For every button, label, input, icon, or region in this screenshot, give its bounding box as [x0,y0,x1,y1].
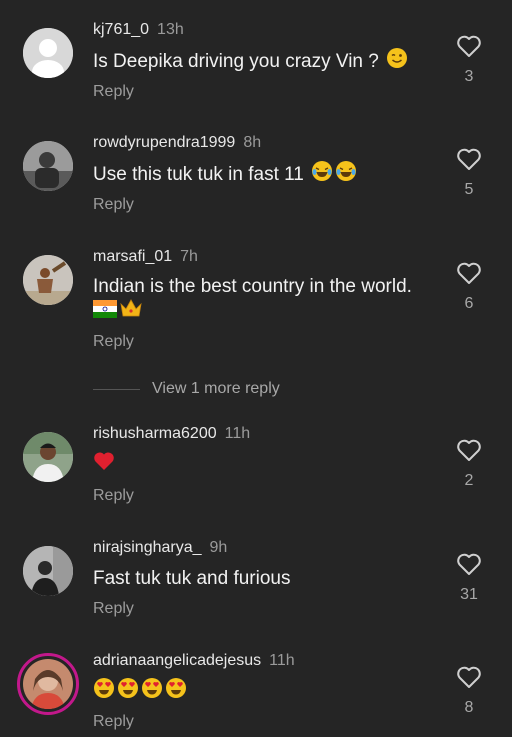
joy-emoji-icon [335,160,357,190]
comment-text: Fast tuk tuk and furious [93,568,291,589]
username[interactable]: marsafi_01 [93,248,172,265]
comment-meta: kj761_0 13h [93,21,184,39]
story-avatar-image [23,659,73,709]
heart-eyes-emoji-icon [141,677,163,707]
comment-text-line: Use this tuk tuk in fast 11 [93,160,357,190]
timestamp: 7h [180,248,198,265]
red-heart-icon [93,451,115,479]
avatar[interactable] [23,28,73,78]
avatar[interactable] [23,141,73,191]
reply-button[interactable]: Reply [93,487,134,505]
comment-text: Indian is the best country in the world. [93,276,412,297]
like-button[interactable]: 5 [454,147,484,199]
wink-emoji-icon [386,47,408,77]
comment-meta: adrianaangelicadejesus 11h [93,652,295,670]
heart-outline-icon [457,262,481,284]
like-button[interactable]: 2 [454,438,484,490]
like-count: 6 [464,295,474,312]
avatar[interactable] [23,432,73,482]
like-count: 31 [460,586,478,603]
heart-eyes-emoji-icon [117,677,139,707]
heart-outline-icon [457,148,481,170]
joy-emoji-icon [311,160,333,190]
india-flag-icon [93,299,117,326]
crown-icon [119,298,143,326]
username[interactable]: adrianaangelicadejesus [93,652,261,669]
heart-eyes-emoji-icon [165,677,187,707]
comment-text-line: Indian is the best country in the world. [93,273,412,300]
like-count: 5 [464,181,474,198]
timestamp: 9h [209,539,228,556]
heart-outline-icon [457,553,481,575]
comment-text: Is Deepika driving you crazy Vin ? [93,51,379,73]
like-button[interactable]: 6 [454,261,484,313]
reply-button[interactable]: Reply [93,333,134,351]
like-button[interactable]: 3 [454,34,484,86]
username[interactable]: kj761_0 [93,21,149,38]
divider-line [93,389,140,390]
reply-button[interactable]: Reply [93,83,134,101]
comment-meta: rishusharma6200 11h [93,425,250,443]
username[interactable]: rishusharma6200 [93,425,217,442]
timestamp: 13h [157,21,184,38]
comment-meta: marsafi_01 7h [93,248,198,266]
reply-button[interactable]: Reply [93,600,134,618]
reply-button[interactable]: Reply [93,196,134,214]
comment-meta: rowdyrupendra1999 8h [93,134,261,152]
view-more-replies-label[interactable]: View 1 more reply [152,380,280,398]
avatar[interactable] [23,546,73,596]
heart-outline-icon [457,35,481,57]
username[interactable]: rowdyrupendra1999 [93,134,235,151]
avatar[interactable] [17,653,79,715]
timestamp: 8h [243,134,262,151]
like-count: 2 [464,472,474,489]
timestamp: 11h [269,652,295,669]
like-button[interactable]: 8 [454,665,484,717]
comment-text-line [93,451,115,479]
heart-outline-icon [457,666,481,688]
comment-text: Use this tuk tuk in fast 11 [93,164,304,186]
like-button[interactable]: 31 [454,552,484,604]
comment-text-line: Is Deepika driving you crazy Vin ? [93,47,408,77]
comment-meta: nirajsingharya_ 9h [93,539,227,557]
comment-text-line: Fast tuk tuk and furious [93,565,291,592]
like-count: 3 [464,68,474,85]
comment-text-line [93,677,187,707]
timestamp: 11h [224,425,251,442]
like-count: 8 [464,699,474,716]
reply-button[interactable]: Reply [93,713,134,731]
heart-eyes-emoji-icon [93,677,115,707]
heart-outline-icon [457,439,481,461]
comment-emoji-line [93,298,143,326]
username[interactable]: nirajsingharya_ [93,539,202,556]
avatar[interactable] [23,255,73,305]
